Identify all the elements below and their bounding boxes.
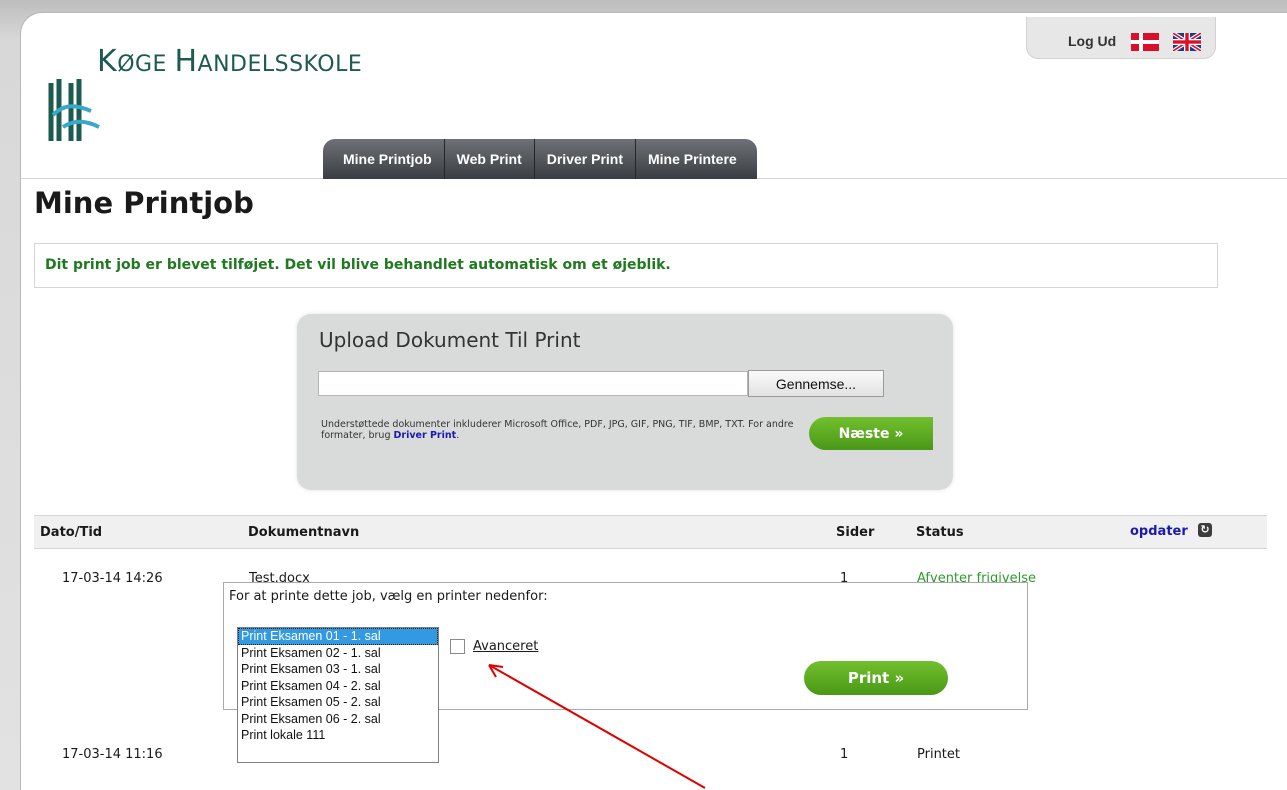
table-header: Dato/Tid Dokumentnavn Sider Status opdat… [34, 515, 1267, 549]
advanced-label[interactable]: Avanceret [473, 639, 538, 654]
row-pages: 1 [840, 747, 849, 762]
tab-mine-printjob[interactable]: Mine Printjob [331, 139, 445, 179]
printer-option[interactable]: Print Eksamen 03 - 1. sal [238, 661, 438, 678]
upload-title: Upload Dokument Til Print [319, 328, 581, 352]
row-date: 17-03-14 11:16 [62, 747, 163, 762]
printer-option[interactable]: Print Eksamen 01 - 1. sal [238, 628, 438, 645]
dk-flag-icon[interactable] [1131, 33, 1159, 51]
header: Log Ud KØGE HANDELSSKOLE Mine Printjob W… [21, 13, 1287, 179]
tab-web-print[interactable]: Web Print [445, 139, 535, 179]
tab-mine-printere[interactable]: Mine Printere [636, 139, 749, 179]
main-nav: Mine Printjob Web Print Driver Print Min… [323, 139, 757, 179]
upload-hint: Understøttede dokumenter inkluderer Micr… [321, 419, 794, 441]
next-button[interactable]: Næste » [809, 417, 933, 450]
printer-option[interactable]: Print Eksamen 06 - 2. sal [238, 711, 438, 728]
tab-driver-print[interactable]: Driver Print [535, 139, 636, 179]
row-date: 17-03-14 14:26 [62, 571, 163, 586]
refresh-link[interactable]: opdater [1130, 524, 1188, 539]
col-status: Status [916, 525, 964, 540]
refresh-icon[interactable]: ↻ [1198, 523, 1212, 537]
driver-print-link[interactable]: Driver Print [394, 430, 457, 441]
printer-option[interactable]: Print Eksamen 04 - 2. sal [238, 678, 438, 695]
row-status: Printet [917, 747, 960, 762]
logout-link[interactable]: Log Ud [1068, 33, 1116, 49]
success-notice: Dit print job er blevet tilføjet. Det vi… [34, 243, 1218, 288]
printer-option[interactable]: Print lokale 111 [238, 727, 438, 744]
printer-listbox[interactable]: Print Eksamen 01 - 1. sal Print Eksamen … [237, 627, 439, 763]
notice-text: Dit print job er blevet tilføjet. Det vi… [45, 257, 671, 273]
school-logo-icon [48, 79, 100, 141]
page-title: Mine Printjob [34, 186, 254, 220]
print-button[interactable]: Print » [804, 661, 948, 695]
col-pages: Sider [836, 525, 875, 540]
browse-button[interactable]: Gennemse... [748, 370, 884, 397]
col-document: Dokumentnavn [248, 525, 360, 540]
file-path-input[interactable] [318, 371, 748, 396]
col-date: Dato/Tid [40, 525, 103, 540]
printer-option[interactable]: Print Eksamen 05 - 2. sal [238, 694, 438, 711]
user-box: Log Ud [1026, 17, 1216, 59]
advanced-checkbox[interactable] [450, 639, 465, 654]
printer-option[interactable]: Print Eksamen 02 - 1. sal [238, 645, 438, 662]
upload-panel: Upload Dokument Til Print Gennemse... Un… [297, 314, 953, 490]
school-name: KØGE HANDELSSKOLE [97, 44, 363, 79]
uk-flag-icon[interactable] [1173, 33, 1201, 51]
printer-instruction: For at printe dette job, vælg en printer… [229, 589, 548, 604]
jobs-table: Dato/Tid Dokumentnavn Sider Status opdat… [34, 515, 1267, 549]
